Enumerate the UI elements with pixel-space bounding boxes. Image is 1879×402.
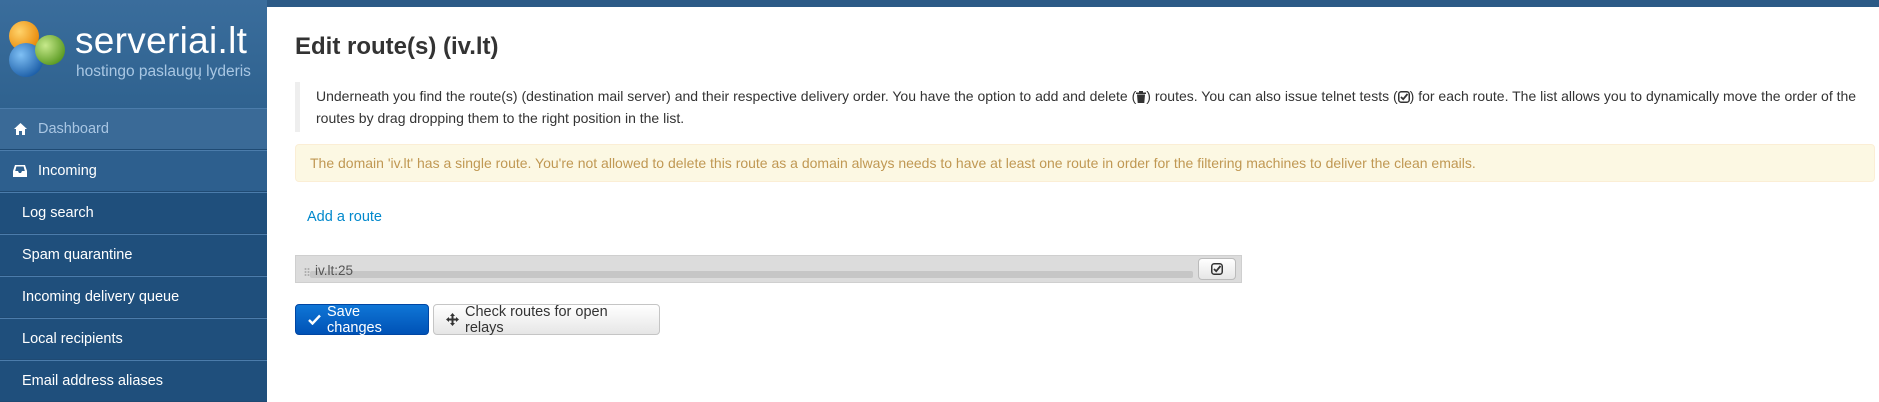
- brand-tagline: hostingo paslaugų lyderis: [76, 63, 251, 80]
- sidebar-item-label: Dashboard: [38, 121, 109, 137]
- sidebar-item-label: Incoming delivery queue: [22, 289, 180, 305]
- sidebar-item-label: Spam quarantine: [22, 247, 133, 263]
- add-route-link[interactable]: Add a route: [307, 209, 382, 225]
- sidebar: serveriai.lt hostingo paslaugų lyderis D…: [0, 0, 267, 402]
- single-route-warning: The domain 'iv.lt' has a single route. Y…: [295, 144, 1875, 182]
- move-arrows-icon: [446, 313, 459, 326]
- description-text: ) routes. You can also issue telnet test…: [1146, 88, 1398, 104]
- route-label: iv.lt:25: [315, 263, 354, 278]
- sidebar-item-dashboard[interactable]: Dashboard: [0, 108, 267, 150]
- sidebar-item-label: Incoming: [38, 163, 97, 179]
- brand-name: serveriai.lt: [75, 20, 248, 61]
- top-accent-bar: [0, 0, 1879, 7]
- check-square-icon: [1397, 88, 1410, 108]
- checkmark-icon: [308, 314, 321, 325]
- sidebar-item-spam-quarantine[interactable]: Spam quarantine: [0, 234, 267, 276]
- inbox-icon: [12, 165, 28, 177]
- logo-circles-icon: [9, 21, 65, 77]
- route-row[interactable]: iv.lt:25: [295, 255, 1242, 283]
- description-text: Underneath you find the route(s) (destin…: [316, 88, 1137, 104]
- check-open-relays-button[interactable]: Check routes for open relays: [433, 303, 660, 336]
- main-content: Edit route(s) (iv.lt) Underneath you fin…: [267, 7, 1879, 401]
- page-title: Edit route(s) (iv.lt): [295, 33, 499, 60]
- check-open-relays-label: Check routes for open relays: [465, 303, 608, 336]
- home-icon: [12, 123, 28, 135]
- description-block: Underneath you find the route(s) (destin…: [295, 82, 1875, 132]
- telnet-test-button[interactable]: [1198, 258, 1236, 280]
- sidebar-item-log-search[interactable]: Log search: [0, 192, 267, 234]
- sidebar-item-incoming-delivery-queue[interactable]: Incoming delivery queue: [0, 276, 267, 318]
- save-changes-button[interactable]: Save changes: [295, 303, 429, 336]
- sidebar-nav: Dashboard Incoming Log search Spam quara…: [0, 108, 267, 402]
- trash-icon: [1136, 88, 1147, 108]
- brand-logo[interactable]: serveriai.lt hostingo paslaugų lyderis: [0, 0, 267, 108]
- sidebar-item-label: Email address aliases: [22, 373, 164, 389]
- route-row-track: [310, 271, 1193, 278]
- sidebar-item-label: Log search: [22, 205, 94, 221]
- sidebar-item-local-recipients[interactable]: Local recipients: [0, 318, 267, 360]
- check-square-icon: [1211, 263, 1223, 275]
- sidebar-item-email-address-aliases[interactable]: Email address aliases: [0, 360, 267, 402]
- sidebar-item-label: Local recipients: [22, 331, 123, 347]
- save-changes-label: Save changes: [327, 303, 382, 336]
- sidebar-item-incoming[interactable]: Incoming: [0, 150, 267, 192]
